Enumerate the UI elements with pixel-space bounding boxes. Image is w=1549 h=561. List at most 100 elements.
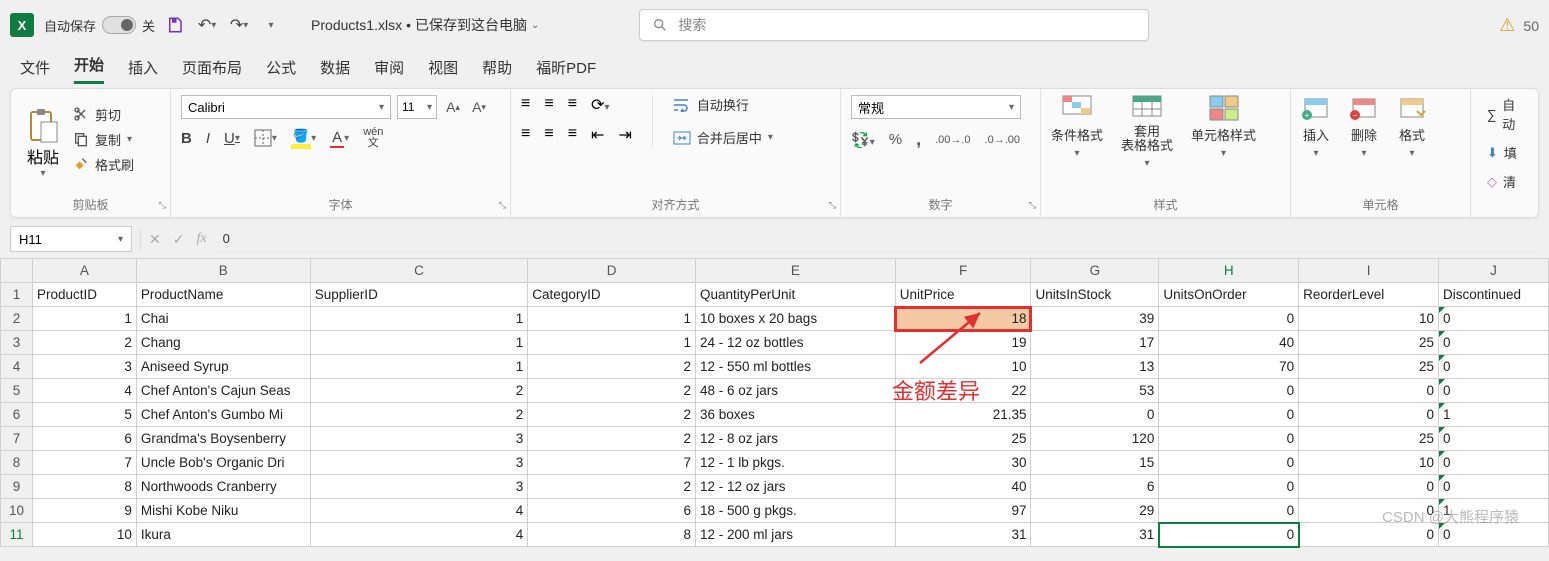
cell[interactable]: 0 bbox=[1159, 427, 1299, 451]
cell[interactable]: 17 bbox=[1031, 331, 1159, 355]
tab-foxit[interactable]: 福昕PDF bbox=[536, 57, 596, 84]
col-header[interactable]: E bbox=[695, 259, 895, 283]
cell[interactable]: 0 bbox=[1299, 403, 1439, 427]
font-name-select[interactable]: Calibri▾ bbox=[181, 95, 391, 119]
redo-icon[interactable]: ↷▾ bbox=[229, 15, 249, 35]
cell[interactable]: 18 - 500 g pkgs. bbox=[695, 499, 895, 523]
cell-style-button[interactable]: 单元格样式▾ bbox=[1191, 95, 1256, 169]
cell[interactable]: 2 bbox=[310, 379, 528, 403]
cell[interactable]: 40 bbox=[1159, 331, 1299, 355]
indent-increase-icon[interactable]: ⇥ bbox=[618, 125, 631, 145]
cell[interactable]: 1 bbox=[1438, 403, 1548, 427]
cell[interactable]: 6 bbox=[528, 499, 696, 523]
cell[interactable]: 0 bbox=[1031, 403, 1159, 427]
cell[interactable]: 4 bbox=[310, 523, 528, 547]
tab-file[interactable]: 文件 bbox=[20, 57, 50, 84]
tab-review[interactable]: 审阅 bbox=[374, 57, 404, 84]
font-color-button[interactable]: A▾ bbox=[330, 129, 349, 148]
merge-center-button[interactable]: 合并后居中▾ bbox=[673, 128, 773, 147]
cell[interactable]: 0 bbox=[1159, 451, 1299, 475]
cell[interactable]: UnitPrice bbox=[895, 283, 1031, 307]
cell[interactable]: 1 bbox=[310, 331, 528, 355]
table-row[interactable]: 1110Ikura4812 - 200 ml jars3131000 bbox=[1, 523, 1549, 547]
col-header[interactable]: D bbox=[528, 259, 696, 283]
cell[interactable]: 10 bbox=[895, 355, 1031, 379]
cell[interactable]: 12 - 200 ml jars bbox=[695, 523, 895, 547]
delete-cells-button[interactable]: − 删除▾ bbox=[1349, 95, 1379, 159]
select-all-corner[interactable] bbox=[1, 259, 33, 283]
confirm-formula-icon[interactable]: ✓ bbox=[173, 231, 185, 248]
cell[interactable]: 2 bbox=[32, 331, 136, 355]
row-header[interactable]: 1 bbox=[1, 283, 33, 307]
cell[interactable]: 1 bbox=[528, 307, 696, 331]
cell[interactable]: 24 - 12 oz bottles bbox=[695, 331, 895, 355]
tab-view[interactable]: 视图 bbox=[428, 57, 458, 84]
cell[interactable]: 9 bbox=[32, 499, 136, 523]
clear-button[interactable]: ◇清 bbox=[1487, 172, 1528, 191]
cell[interactable]: 120 bbox=[1031, 427, 1159, 451]
cell[interactable]: 22 bbox=[895, 379, 1031, 403]
cell[interactable]: 31 bbox=[1031, 523, 1159, 547]
table-row[interactable]: 43Aniseed Syrup1212 - 550 ml bottles1013… bbox=[1, 355, 1549, 379]
cell[interactable]: 12 - 12 oz jars bbox=[695, 475, 895, 499]
copy-button[interactable]: 复制▾ bbox=[73, 130, 134, 149]
cell[interactable]: 18 bbox=[895, 307, 1031, 331]
align-right-icon[interactable]: ≡ bbox=[568, 125, 577, 145]
tab-data[interactable]: 数据 bbox=[320, 57, 350, 84]
table-row[interactable]: 1ProductIDProductNameSupplierIDCategoryI… bbox=[1, 283, 1549, 307]
dialog-launcher-icon[interactable]: ⤡ bbox=[829, 200, 836, 211]
cell[interactable]: 4 bbox=[32, 379, 136, 403]
cell[interactable]: 12 - 8 oz jars bbox=[695, 427, 895, 451]
fx-icon[interactable]: fx bbox=[196, 231, 206, 247]
cell[interactable]: 5 bbox=[32, 403, 136, 427]
warning-icon[interactable]: ⚠ bbox=[1499, 15, 1515, 36]
cell[interactable]: Chef Anton's Cajun Seas bbox=[136, 379, 310, 403]
tab-formula[interactable]: 公式 bbox=[266, 57, 296, 84]
cell[interactable]: 0 bbox=[1159, 475, 1299, 499]
qat-overflow-icon[interactable]: ▾ bbox=[261, 15, 281, 35]
cell[interactable]: 2 bbox=[528, 355, 696, 379]
cell[interactable]: Grandma's Boysenberry bbox=[136, 427, 310, 451]
col-header[interactable]: I bbox=[1299, 259, 1439, 283]
fill-color-button[interactable]: 🪣▾ bbox=[291, 128, 316, 149]
table-row[interactable]: 87Uncle Bob's Organic Dri3712 - 1 lb pkg… bbox=[1, 451, 1549, 475]
search-input[interactable]: 搜索 bbox=[639, 9, 1149, 41]
row-header[interactable]: 9 bbox=[1, 475, 33, 499]
document-title[interactable]: Products1.xlsx • 已保存到这台电脑 ⌄ bbox=[311, 15, 539, 35]
cell[interactable]: Ikura bbox=[136, 523, 310, 547]
cell[interactable]: 0 bbox=[1438, 475, 1548, 499]
cut-button[interactable]: 剪切 bbox=[73, 105, 134, 124]
cell[interactable]: 3 bbox=[310, 451, 528, 475]
row-header[interactable]: 10 bbox=[1, 499, 33, 523]
tab-help[interactable]: 帮助 bbox=[482, 57, 512, 84]
table-row[interactable]: 54Chef Anton's Cajun Seas2248 - 6 oz jar… bbox=[1, 379, 1549, 403]
autosave-toggle[interactable]: 自动保存 关 bbox=[44, 16, 155, 35]
cell[interactable]: 25 bbox=[895, 427, 1031, 451]
row-header[interactable]: 5 bbox=[1, 379, 33, 403]
cell[interactable]: 8 bbox=[32, 475, 136, 499]
wrap-text-button[interactable]: 自动换行 bbox=[673, 95, 773, 114]
autosum-button[interactable]: ∑自动 bbox=[1487, 95, 1528, 133]
cell[interactable]: Discontinued bbox=[1438, 283, 1548, 307]
cell[interactable]: 1 bbox=[310, 307, 528, 331]
tab-layout[interactable]: 页面布局 bbox=[182, 57, 242, 84]
row-header[interactable]: 2 bbox=[1, 307, 33, 331]
cell[interactable]: 0 bbox=[1438, 523, 1548, 547]
cell[interactable]: 1 bbox=[528, 331, 696, 355]
cell[interactable]: 0 bbox=[1159, 307, 1299, 331]
column-headers[interactable]: A B C D E F G H I J bbox=[1, 259, 1549, 283]
cell[interactable]: 7 bbox=[528, 451, 696, 475]
cell[interactable]: 19 bbox=[895, 331, 1031, 355]
col-header[interactable]: A bbox=[32, 259, 136, 283]
col-header[interactable]: H bbox=[1159, 259, 1299, 283]
cell[interactable]: 25 bbox=[1299, 427, 1439, 451]
table-row[interactable]: 109Mishi Kobe Niku4618 - 500 g pkgs.9729… bbox=[1, 499, 1549, 523]
cell[interactable]: 0 bbox=[1159, 499, 1299, 523]
cell[interactable]: 31 bbox=[895, 523, 1031, 547]
decrease-decimal-icon[interactable]: .0→.00 bbox=[985, 134, 1020, 146]
col-header[interactable]: F bbox=[895, 259, 1031, 283]
cell[interactable]: 0 bbox=[1159, 403, 1299, 427]
cell[interactable]: 10 bbox=[1299, 451, 1439, 475]
cell[interactable]: SupplierID bbox=[310, 283, 528, 307]
cell[interactable]: 15 bbox=[1031, 451, 1159, 475]
